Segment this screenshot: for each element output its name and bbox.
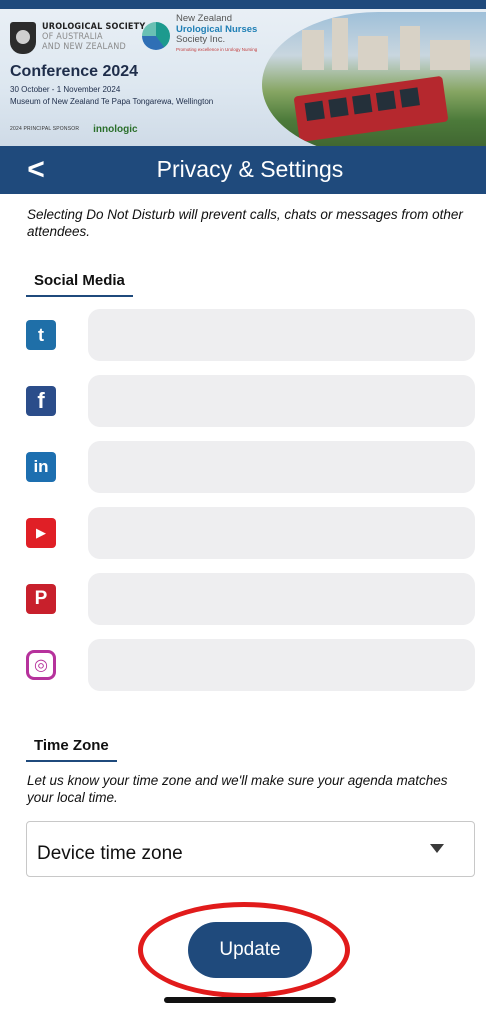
instagram-icon: ◎: [26, 650, 56, 680]
pinterest-icon: P: [26, 584, 56, 614]
social-row-youtube: ▶: [0, 507, 486, 559]
conference-banner: UROLOGICAL SOCIETY OF AUSTRALIA AND NEW …: [0, 0, 486, 146]
youtube-field[interactable]: [88, 507, 475, 559]
twitter-field[interactable]: [88, 309, 475, 361]
conference-venue: Museum of New Zealand Te Papa Tongarewa,…: [10, 97, 214, 106]
pinterest-field[interactable]: [88, 573, 475, 625]
time-zone-select[interactable]: Device time zone: [26, 821, 475, 877]
sponsor-logo: innologic: [93, 123, 138, 135]
social-row-facebook: f: [0, 375, 486, 427]
usanz-name-line1: UROLOGICAL SOCIETY: [42, 22, 146, 32]
app-header: < Privacy & Settings: [0, 146, 486, 194]
social-row-linkedin: in: [0, 441, 486, 493]
linkedin-field[interactable]: [88, 441, 475, 493]
do-not-disturb-notice: Selecting Do Not Disturb will prevent ca…: [27, 207, 463, 239]
usanz-logo: UROLOGICAL SOCIETY OF AUSTRALIA AND NEW …: [10, 22, 145, 54]
sponsor-label: 2024 PRINCIPAL SPONSOR: [10, 126, 80, 132]
instagram-field[interactable]: [88, 639, 475, 691]
usanz-name-line2: OF AUSTRALIA: [42, 32, 103, 42]
time-zone-description: Let us know your time zone and we'll mak…: [27, 773, 448, 805]
youtube-icon: ▶: [26, 518, 56, 548]
banner-top-strip: [0, 0, 486, 9]
social-row-twitter: t: [0, 309, 486, 361]
update-button[interactable]: Update: [188, 922, 312, 978]
usanz-name-line3: AND NEW ZEALAND: [42, 42, 126, 52]
social-row-pinterest: P: [0, 573, 486, 625]
twitter-icon: t: [26, 320, 56, 350]
wellington-cable-car-photo: [262, 12, 486, 146]
nzuns-logo-icon: [142, 22, 170, 50]
sponsor-line: 2024 PRINCIPAL SPONSOR innologic: [10, 122, 138, 136]
home-indicator: [164, 997, 336, 1003]
caret-down-icon: [430, 844, 444, 853]
social-row-instagram: ◎: [0, 639, 486, 691]
nzuns-tagline: Promoting excellence in Urology Nursing: [176, 46, 258, 52]
linkedin-icon: in: [26, 452, 56, 482]
nzuns-logo: New Zealand Urological Nurses Society In…: [142, 13, 258, 53]
time-zone-selected-value: Device time zone: [37, 843, 183, 864]
facebook-icon: f: [26, 386, 56, 416]
social-media-heading: Social Media: [26, 272, 133, 297]
usanz-crest-icon: [10, 22, 36, 54]
time-zone-heading: Time Zone: [26, 737, 117, 762]
facebook-field[interactable]: [88, 375, 475, 427]
conference-title: Conference 2024: [10, 63, 139, 80]
page-title: Privacy & Settings: [156, 156, 344, 182]
conference-dates: 30 October - 1 November 2024: [10, 85, 121, 94]
nzuns-name-line1: New Zealand: [176, 13, 232, 24]
nzuns-name-line3: Society Inc.: [176, 34, 226, 45]
